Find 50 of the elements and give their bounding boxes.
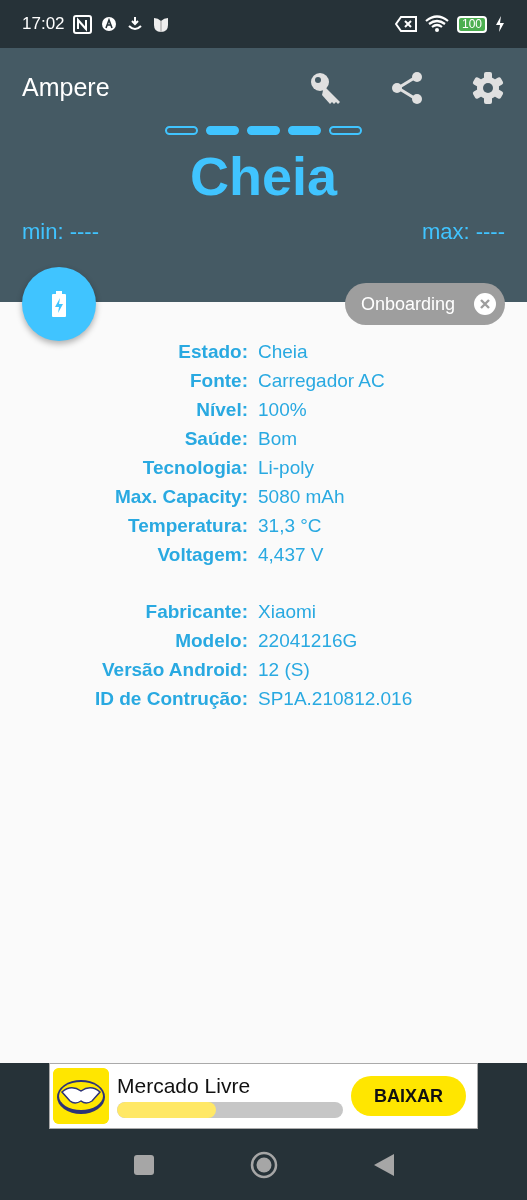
info-label: Temperatura: [127,514,249,538]
tulip-icon [151,15,170,33]
info-label: ID de Contrução: [93,687,249,711]
min-reading: min: ---- [22,218,99,246]
info-label: Max. Capacity: [113,485,249,509]
key-icon[interactable] [309,71,343,105]
info-value: Xiaomi [258,600,317,624]
charging-icon [495,16,505,32]
info-label: Fonte: [188,369,249,393]
app-title: Ampere [22,72,111,104]
info-value: 22041216G [258,629,358,653]
wifi-icon [424,15,449,33]
info-value: 5080 mAh [258,485,345,509]
close-icon[interactable] [473,292,497,316]
info-label: Modelo: [174,629,249,653]
info-label: Nível: [195,398,249,422]
info-label: Voltagem: [156,543,249,567]
info-label: Estado: [177,340,249,364]
info-value: 31,3 °C [258,514,322,538]
info-value: Bom [258,427,298,451]
info-value: 100% [258,398,307,422]
settings-icon[interactable] [471,71,505,105]
info-value: Cheia [258,340,308,364]
info-label: Tecnologia: [141,456,249,480]
charging-battery-icon [52,291,66,317]
max-reading: max: ---- [421,218,505,246]
download-button[interactable]: BAIXAR [351,1076,466,1116]
info-value: SP1A.210812.016 [258,687,413,711]
download-icon [125,15,144,33]
nfc-icon [72,14,92,34]
info-value: 4,437 V [258,543,324,567]
accessibility-icon [99,15,118,33]
battery-button[interactable] [22,267,96,341]
info-label: Fabricante: [144,600,249,624]
recents-icon[interactable] [133,1154,154,1175]
back-icon[interactable] [373,1153,394,1176]
status-time: 17:02 [22,13,65,36]
info-label: Saúde: [183,427,249,451]
no-sim-icon [394,16,417,32]
ad-banner[interactable]: Mercado Livre BAIXAR [49,1063,478,1129]
ad-title: Mercado Livre [117,1074,252,1098]
handshake-logo-icon [53,1068,109,1124]
battery-indicator: 100 [456,15,487,33]
share-icon[interactable] [391,71,423,105]
info-value: 12 (S) [258,658,310,682]
info-value: Li-poly [258,456,314,480]
info-value: Carregador AC [258,369,385,393]
charge-state: Cheia [189,146,338,206]
info-label: Versão Android: [100,658,249,682]
home-icon[interactable] [249,1150,278,1179]
